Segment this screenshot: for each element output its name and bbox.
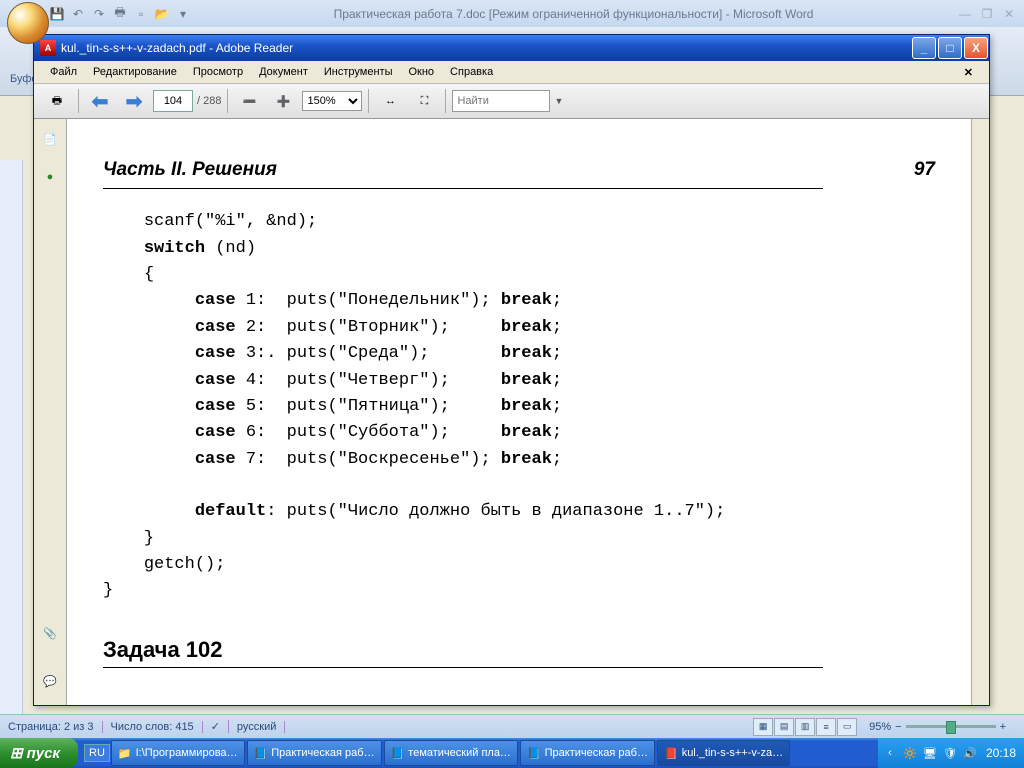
adobe-toolbar: 🖶 ⬅ ➡ / 288 ➖ ➕ 150% ↔ ⛶ ▼	[34, 84, 989, 119]
zoom-slider[interactable]	[906, 725, 996, 728]
tray-icon-2[interactable]: 🖥	[922, 745, 938, 761]
adobe-titlebar[interactable]: A kul._tin-s-s++-v-zadach.pdf - Adobe Re…	[34, 35, 989, 61]
adobe-maximize-button[interactable]: □	[938, 37, 962, 59]
menu-edit[interactable]: Редактирование	[85, 63, 185, 81]
adobe-menubar: Файл Редактирование Просмотр Документ Ин…	[34, 61, 989, 84]
word-window-title: Практическая работа 7.doc [Режим огранич…	[192, 7, 955, 21]
menu-file[interactable]: Файл	[42, 63, 85, 81]
menu-window[interactable]: Окно	[400, 63, 442, 81]
separator	[368, 89, 369, 113]
zoom-in-button[interactable]: +	[1000, 721, 1006, 733]
redo-icon[interactable]: ↷	[90, 5, 108, 23]
vertical-scrollbar[interactable]	[971, 119, 989, 705]
comments-icon[interactable]: 💬	[40, 671, 60, 691]
view-web-layout[interactable]: ▥	[795, 718, 815, 736]
view-full-reading[interactable]: ▤	[774, 718, 794, 736]
separator	[227, 89, 228, 113]
windows-taskbar: ⊞пуск RU 📁I:\Программирова… 📘Практическа…	[0, 738, 1024, 768]
undo-icon[interactable]: ↶	[69, 5, 87, 23]
word-minimize-button[interactable]: —	[955, 6, 975, 22]
zoom-percent[interactable]: 95%	[869, 721, 891, 733]
task-title: Задача 102	[103, 633, 935, 667]
adobe-reader-window: A kul._tin-s-s++-v-zadach.pdf - Adobe Re…	[33, 34, 990, 706]
zoom-select[interactable]: 150%	[302, 91, 362, 111]
task-rule	[103, 667, 823, 668]
word-titlebar: 💾 ↶ ↷ 🖶 ▫ 📂 ▾ Практическая работа 7.doc …	[0, 0, 1024, 27]
header-rule	[103, 188, 823, 189]
menu-view[interactable]: Просмотр	[185, 63, 251, 81]
taskbar-item-word-3[interactable]: 📘Практическая раб…	[520, 740, 655, 766]
section-title: Часть II. Решения	[103, 155, 277, 184]
status-page[interactable]: Страница: 2 из 3	[0, 721, 103, 733]
zoom-out-button[interactable]: ➖	[234, 86, 264, 116]
system-tray: ‹ 🔆 🖥 🛡 🔊 20:18	[878, 738, 1024, 768]
find-input[interactable]	[452, 90, 550, 112]
next-page-button[interactable]: ➡	[119, 86, 149, 116]
quick-access-toolbar: 💾 ↶ ↷ 🖶 ▫ 📂 ▾	[48, 5, 192, 23]
new-icon[interactable]: ▫	[132, 5, 150, 23]
tray-expand-icon[interactable]: ‹	[882, 745, 898, 761]
adobe-close-button[interactable]: X	[964, 37, 988, 59]
attachments-icon[interactable]: 📎	[40, 623, 60, 643]
tray-clock[interactable]: 20:18	[986, 746, 1016, 760]
document-viewport[interactable]: Часть II. Решения 97 scanf("%i", &nd); s…	[67, 119, 971, 705]
status-language[interactable]: русский	[229, 721, 285, 733]
adobe-window-title: kul._tin-s-s++-v-zadach.pdf - Adobe Read…	[61, 41, 293, 55]
code-block: scanf("%i", &nd); switch (nd) { case 1: …	[103, 209, 935, 604]
total-pages-label: / 288	[197, 95, 221, 107]
save-icon[interactable]: 💾	[48, 5, 66, 23]
page-number: 97	[914, 155, 935, 184]
view-draft[interactable]: ▭	[837, 718, 857, 736]
help-panel-icon[interactable]: ●	[40, 167, 60, 187]
word-maximize-button[interactable]: ❐	[977, 6, 997, 22]
tray-icon-1[interactable]: 🔆	[902, 745, 918, 761]
prev-page-button[interactable]: ⬅	[85, 86, 115, 116]
office-button[interactable]	[7, 2, 49, 44]
word-close-button[interactable]: ✕	[999, 6, 1019, 22]
menu-document[interactable]: Документ	[251, 63, 316, 81]
zoom-in-button[interactable]: ➕	[268, 86, 298, 116]
fit-page-button[interactable]: ⛶	[409, 86, 439, 116]
view-print-layout[interactable]: ▦	[753, 718, 773, 736]
language-indicator[interactable]: RU	[84, 744, 110, 762]
fit-width-button[interactable]: ↔	[375, 86, 405, 116]
status-proofing-icon[interactable]: ✓	[203, 720, 229, 733]
separator	[78, 89, 79, 113]
taskbar-item-adobe[interactable]: 📕kul._tin-s-s++-v-za…	[657, 740, 790, 766]
separator	[445, 89, 446, 113]
current-page-input[interactable]	[153, 90, 193, 112]
open-icon[interactable]: 📂	[153, 5, 171, 23]
tray-volume-icon[interactable]: 🔊	[962, 745, 978, 761]
adobe-app-icon: A	[40, 40, 56, 56]
start-button[interactable]: ⊞пуск	[0, 738, 78, 768]
adobe-minimize-button[interactable]: _	[912, 37, 936, 59]
pages-panel-icon[interactable]: 📄	[40, 129, 60, 149]
word-statusbar: Страница: 2 из 3 Число слов: 415 ✓ русск…	[0, 714, 1024, 738]
taskbar-item-explorer[interactable]: 📁I:\Программирова…	[111, 740, 245, 766]
print-button[interactable]: 🖶	[42, 86, 72, 116]
vertical-ruler	[0, 160, 23, 715]
status-words[interactable]: Число слов: 415	[103, 721, 203, 733]
qat-dropdown-icon[interactable]: ▾	[174, 5, 192, 23]
taskbar-item-word-1[interactable]: 📘Практическая раб…	[247, 740, 382, 766]
menu-help[interactable]: Справка	[442, 63, 501, 81]
find-dropdown-icon[interactable]: ▼	[554, 96, 563, 106]
view-outline[interactable]: ≡	[816, 718, 836, 736]
taskbar-item-word-2[interactable]: 📘тематический пла…	[384, 740, 518, 766]
zoom-out-button[interactable]: −	[895, 721, 901, 733]
pdf-page: Часть II. Решения 97 scanf("%i", &nd); s…	[67, 119, 971, 705]
print-icon[interactable]: 🖶	[111, 5, 129, 23]
menu-tools[interactable]: Инструменты	[316, 63, 401, 81]
adobe-nav-panel: 📄 ● 📎 💬	[34, 119, 67, 705]
adobe-doc-close-button[interactable]: ✕	[956, 63, 981, 82]
tray-icon-3[interactable]: 🛡	[942, 745, 958, 761]
